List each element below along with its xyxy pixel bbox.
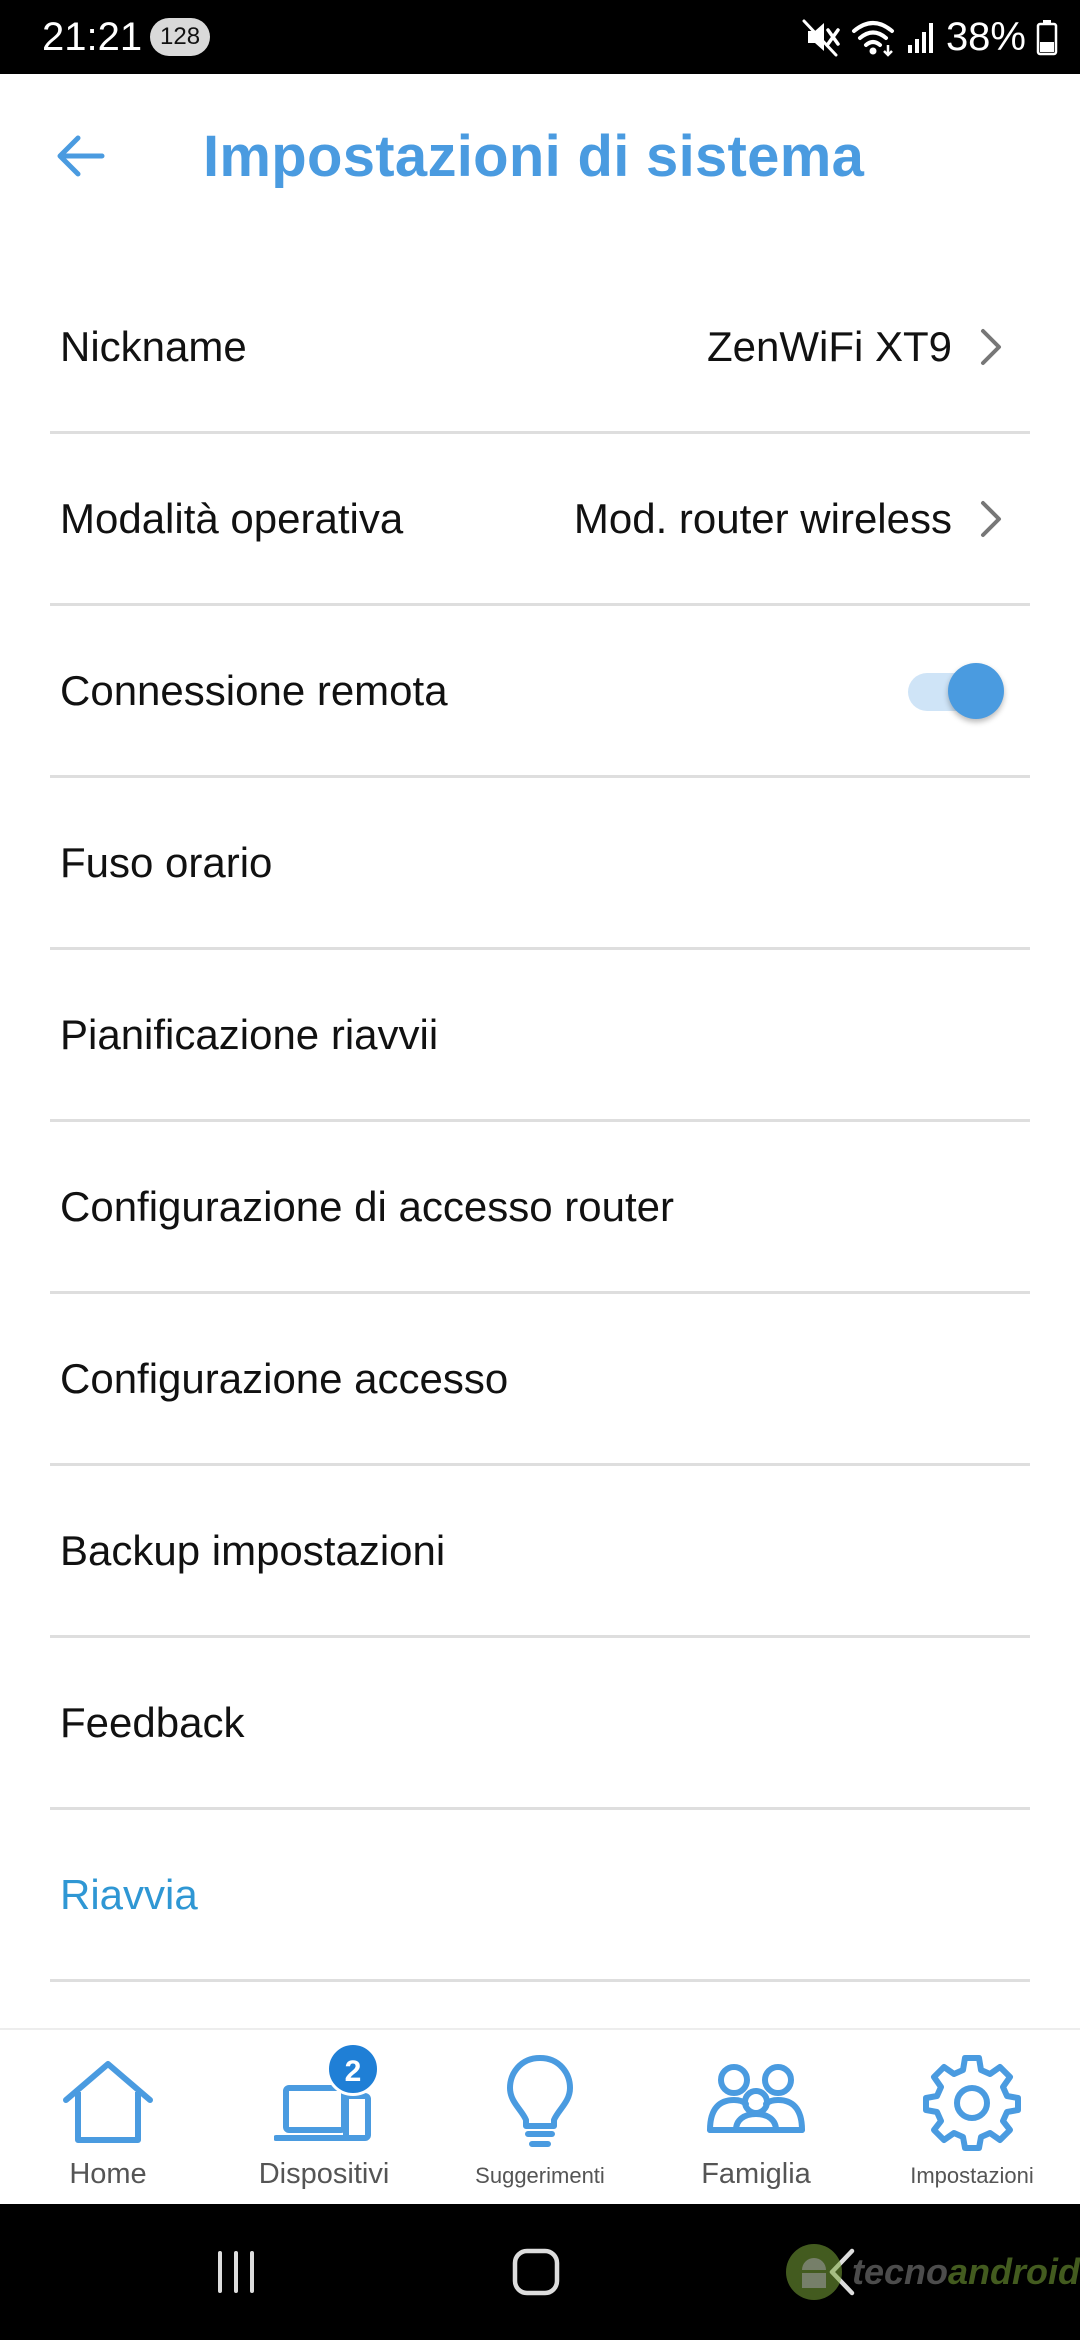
setting-backup[interactable]: Backup impostazioni — [50, 1466, 1030, 1638]
header: Impostazioni di sistema — [0, 74, 1080, 239]
setting-value: ZenWiFi XT9 — [706, 322, 952, 370]
gear-icon — [922, 2052, 1022, 2152]
setting-operating-mode[interactable]: Modalità operativa Mod. router wireless — [50, 434, 1030, 606]
system-nav-bar: tecnoandroid — [0, 2204, 1080, 2340]
home-square-icon — [512, 2248, 560, 2296]
back-arrow-icon — [57, 135, 105, 177]
nav-settings[interactable]: Impostazioni — [864, 2030, 1080, 2204]
home-icon — [58, 2052, 158, 2152]
setting-access-config[interactable]: Configurazione accesso — [50, 1294, 1030, 1466]
nav-label: Home — [69, 2158, 147, 2190]
devices-count-badge: 2 — [326, 2042, 380, 2096]
setting-nickname[interactable]: Nickname ZenWiFi XT9 — [50, 262, 1030, 434]
watermark: tecnoandroid — [784, 2232, 1080, 2312]
status-bar: 21:21 128 38% — [0, 0, 1080, 74]
setting-value-group: Mod. router wireless — [574, 434, 1004, 603]
bottom-nav: Home 2 Dispositivi Suggerimenti Famiglia… — [0, 2028, 1080, 2204]
setting-label: Feedback — [60, 1698, 245, 1746]
page-title: Impostazioni di sistema — [203, 124, 865, 189]
setting-label: Configurazione accesso — [60, 1354, 509, 1402]
watermark-part2: android — [948, 2251, 1080, 2292]
nav-suggestions[interactable]: Suggerimenti — [432, 2030, 648, 2204]
setting-remote-connection: Connessione remota — [50, 606, 1030, 778]
nav-devices[interactable]: 2 Dispositivi — [216, 2030, 432, 2204]
recent-apps-button[interactable] — [156, 2204, 316, 2340]
chevron-right-icon — [981, 500, 1001, 537]
reboot-button[interactable]: Riavvia — [50, 1810, 1030, 1982]
setting-label: Configurazione di accesso router — [60, 1182, 675, 1230]
setting-label: Nickname — [60, 322, 247, 370]
nav-family[interactable]: Famiglia — [648, 2030, 864, 2204]
notification-count-badge: 128 — [150, 18, 211, 56]
toggle-thumb — [948, 662, 1004, 719]
setting-label: Connessione remota — [60, 666, 448, 714]
battery-icon — [1036, 17, 1058, 57]
reboot-label: Riavvia — [60, 1870, 198, 1918]
setting-feedback[interactable]: Feedback — [50, 1638, 1030, 1810]
status-time: 21:21 — [42, 15, 143, 59]
setting-toggle-group — [908, 606, 1004, 775]
recent-apps-icon — [218, 2251, 254, 2293]
setting-value-group: ZenWiFi XT9 — [707, 262, 1004, 431]
remote-connection-toggle[interactable] — [908, 662, 1004, 719]
setting-label: Modalità operativa — [60, 494, 404, 542]
setting-router-access-config[interactable]: Configurazione di accesso router — [50, 1122, 1030, 1294]
lightbulb-icon — [490, 2052, 590, 2152]
nav-label: Dispositivi — [258, 2158, 390, 2190]
nav-label: Suggerimenti — [475, 2163, 605, 2188]
watermark-text: tecnoandroid — [852, 2251, 1080, 2293]
setting-label: Fuso orario — [60, 838, 273, 886]
home-system-button[interactable] — [456, 2204, 616, 2340]
settings-list: Nickname ZenWiFi XT9 Modalità operativa … — [50, 262, 1030, 1982]
setting-reboot-schedule[interactable]: Pianificazione riavvii — [50, 950, 1030, 1122]
nav-home[interactable]: Home — [0, 2030, 216, 2204]
setting-timezone[interactable]: Fuso orario — [50, 778, 1030, 950]
status-icons: 38% — [802, 12, 1058, 62]
watermark-part1: tecno — [851, 2251, 948, 2292]
setting-label: Pianificazione riavvii — [60, 1010, 439, 1058]
nav-label: Famiglia — [701, 2158, 811, 2190]
mute-icon — [802, 17, 840, 57]
battery-percentage: 38% — [945, 15, 1026, 59]
setting-label: Backup impostazioni — [60, 1526, 446, 1574]
wifi-icon — [850, 17, 896, 57]
signal-icon — [906, 17, 936, 57]
chevron-right-icon — [981, 328, 1001, 365]
nav-label: Impostazioni — [910, 2163, 1034, 2188]
back-button[interactable] — [40, 116, 120, 196]
setting-value: Mod. router wireless — [573, 494, 952, 542]
family-icon — [706, 2052, 806, 2152]
android-logo-icon — [785, 2244, 842, 2300]
